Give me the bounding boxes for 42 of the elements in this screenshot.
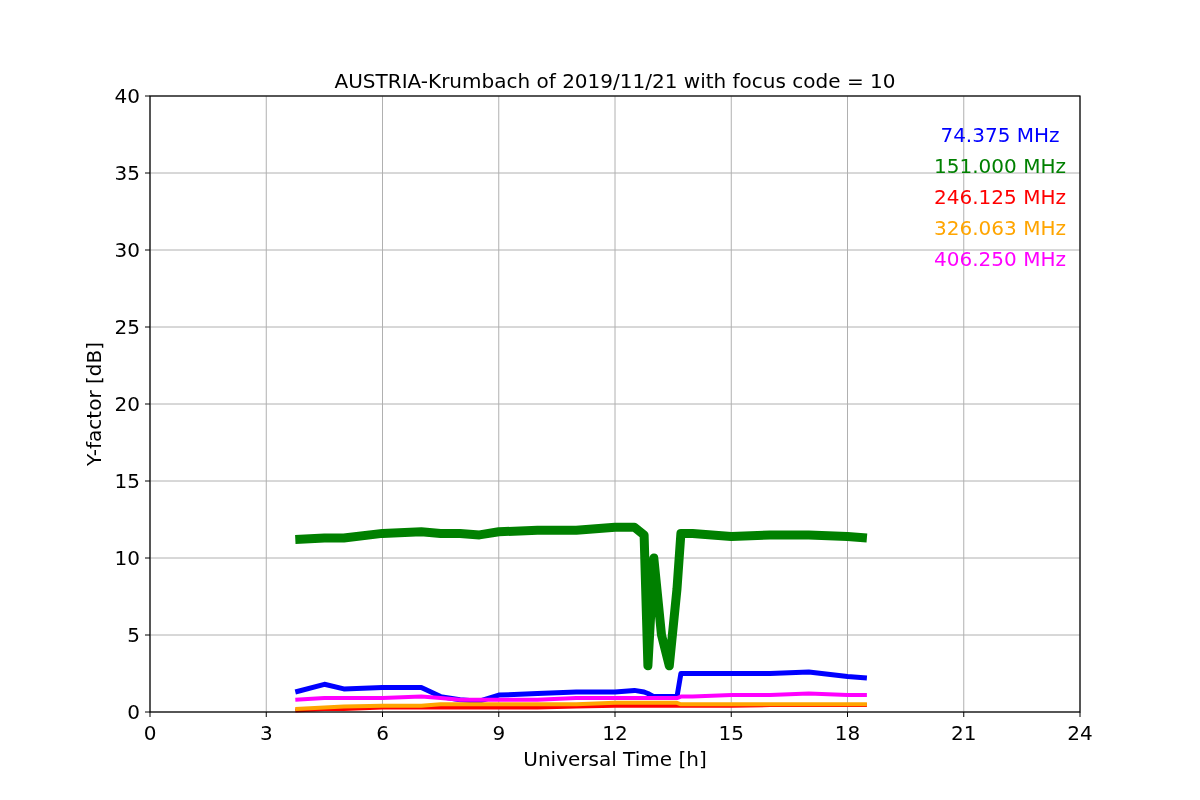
- tick-mark: [144, 634, 151, 636]
- legend-label: 246.125 MHz: [934, 185, 1066, 209]
- x-axis-label: Universal Time [h]: [523, 747, 707, 771]
- legend-label: 406.250 MHz: [934, 247, 1066, 271]
- tick-mark: [144, 95, 151, 97]
- tick-mark: [144, 403, 151, 405]
- tick-mark: [730, 711, 732, 718]
- y-tick-label: 0: [127, 700, 140, 724]
- tick-mark: [963, 711, 965, 718]
- x-tick-label: 0: [143, 721, 157, 745]
- tick-mark: [847, 711, 848, 718]
- tick-mark: [265, 711, 267, 718]
- legend-label: 326.063 MHz: [934, 216, 1066, 240]
- y-tick-label: 15: [114, 469, 140, 493]
- x-tick-label: 6: [376, 721, 389, 745]
- x-tick-label: 18: [834, 721, 861, 745]
- tick-mark: [144, 480, 151, 482]
- tick-mark: [1079, 711, 1081, 718]
- x-tick-label: 9: [492, 721, 506, 745]
- legend-label: 74.375 MHz: [940, 123, 1060, 147]
- y-tick-label: 30: [114, 238, 140, 262]
- y-tick-label: 20: [114, 392, 140, 416]
- x-tick-label: 3: [259, 721, 273, 745]
- y-tick-label: 10: [114, 546, 140, 570]
- tick-mark: [144, 172, 151, 174]
- tick-mark: [614, 711, 616, 718]
- tick-mark: [498, 711, 500, 718]
- y-tick-label: 5: [127, 623, 140, 647]
- y-axis-label: Y-factor [dB]: [82, 342, 106, 466]
- tick-mark: [144, 326, 151, 328]
- x-tick-label: 24: [1067, 721, 1093, 745]
- x-tick-label: 15: [718, 721, 744, 745]
- y-tick-label: 40: [114, 84, 140, 108]
- y-tick-label: 35: [114, 161, 140, 185]
- x-tick-label: 12: [602, 721, 628, 745]
- tick-mark: [144, 557, 151, 559]
- y-tick-label: 25: [114, 315, 140, 339]
- tick-mark: [144, 249, 151, 251]
- tick-mark: [382, 711, 383, 718]
- x-tick-label: 21: [951, 721, 977, 745]
- legend-label: 151.000 MHz: [934, 154, 1066, 178]
- chart-title: AUSTRIA-Krumbach of 2019/11/21 with focus code = 10: [334, 69, 896, 93]
